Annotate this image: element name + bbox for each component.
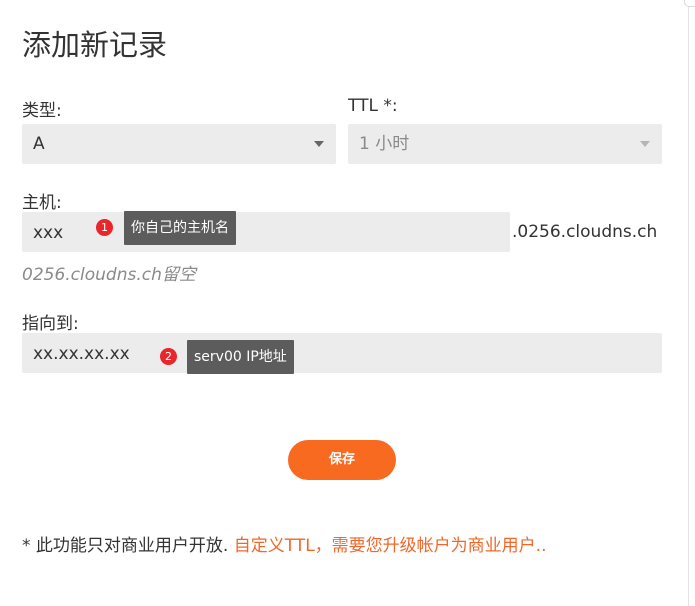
- points-to-label: 指向到:: [22, 314, 79, 334]
- chevron-down-icon: [640, 141, 650, 147]
- annotation-badge-2: 2: [160, 348, 177, 365]
- annotation-badge-1: 1: [96, 219, 113, 236]
- scrollbar-edge: [688, 0, 689, 606]
- ttl-label: TTL *:: [348, 96, 398, 116]
- chevron-down-icon: [314, 141, 324, 147]
- host-input-value: xxx: [33, 223, 64, 243]
- points-to-input[interactable]: xx.xx.xx.xx: [22, 333, 662, 373]
- footer-note-text: * 此功能只对商业用户开放.: [22, 536, 229, 556]
- points-to-input-value: xx.xx.xx.xx: [33, 344, 130, 364]
- ttl-select[interactable]: 1 小时: [348, 124, 662, 164]
- annotation-tooltip-1: 你自己的主机名: [124, 211, 236, 245]
- upgrade-link[interactable]: 自定义TTL，需要您升级帐户为商业用户..: [234, 536, 547, 556]
- host-label: 主机:: [22, 193, 62, 213]
- save-button[interactable]: 保存: [288, 440, 396, 480]
- type-label: 类型:: [22, 101, 62, 121]
- ttl-select-value: 1 小时: [359, 134, 410, 154]
- host-input[interactable]: xxx: [22, 212, 510, 252]
- annotation-tooltip-2: serv00 IP地址: [187, 340, 294, 374]
- dialog-title: 添加新记录: [22, 28, 168, 62]
- host-domain-suffix: .0256.cloudns.ch: [512, 222, 658, 242]
- host-hint: 0256.cloudns.ch留空: [22, 265, 196, 285]
- type-select-value: A: [33, 134, 45, 154]
- type-select[interactable]: A: [22, 124, 336, 164]
- scrollbar-cap: [684, 0, 695, 7]
- footer-note: * 此功能只对商业用户开放. 自定义TTL，需要您升级帐户为商业用户..: [22, 531, 546, 556]
